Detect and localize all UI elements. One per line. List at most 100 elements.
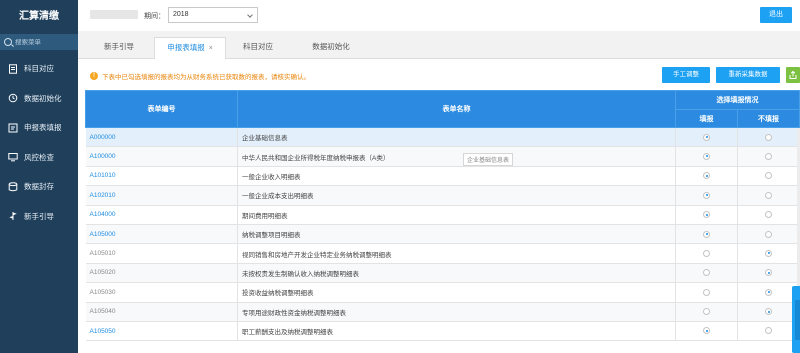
table-row[interactable]: A105010 视同销售和房地产开发企业特定业务纳税调整明细表 [85,243,800,264]
form-code-link[interactable]: A105030 [85,282,238,303]
monitor-icon [8,152,18,162]
logout-button[interactable]: 退出 [760,7,792,23]
tab-form-filing[interactable]: 申报表填报 × [154,37,226,59]
fill-radio[interactable] [703,327,710,335]
fill-radio[interactable] [703,249,710,257]
fill-radio[interactable] [703,152,710,160]
not-fill-radio[interactable] [765,269,772,277]
form-code-link[interactable]: A000000 [85,127,238,148]
table-row[interactable]: A000000 企业基础信息表 [85,127,800,148]
sidebar-item-label: 申报表填报 [24,123,62,133]
fill-radio-cell[interactable] [675,146,738,167]
not-fill-radio-cell[interactable] [737,146,800,167]
sidebar-item-subject-mapping[interactable]: 科目对应 [0,54,78,84]
table-row[interactable]: A105030 投资收益纳税调整明细表 [85,282,800,303]
fill-radio-cell[interactable] [675,166,738,187]
sidebar-item-data-archive[interactable]: 数据封存 [0,172,78,202]
table-row[interactable]: A100000 中华人民共和国企业所得税年度纳税申报表（A类） [85,146,800,167]
fill-radio-cell[interactable] [675,224,738,245]
fill-radio-cell[interactable] [675,263,738,284]
tab-subject-mapping[interactable]: 科目对应 [228,37,288,59]
form-code-link[interactable]: A105050 [85,321,238,342]
export-button[interactable] [786,67,800,83]
fill-radio[interactable] [703,133,710,141]
fill-radio-cell[interactable] [675,302,738,322]
manual-adjust-button[interactable]: 手工调整 [662,67,710,83]
fill-radio[interactable] [703,230,710,238]
form-code-link[interactable]: A105020 [85,263,238,284]
form-code-link[interactable]: A102010 [85,185,238,206]
sidebar-item-risk-check[interactable]: 风控检查 [0,143,78,173]
sidebar-item-label: 新手引导 [24,211,54,221]
fill-radio-cell[interactable] [675,127,738,148]
tab-label: 数据初始化 [312,42,350,51]
sidebar-item-guide[interactable]: 新手引导 [0,202,78,232]
sidebar-item-label: 数据封存 [24,182,54,192]
fill-radio[interactable] [703,269,710,277]
not-fill-radio[interactable] [765,172,772,180]
table-row[interactable]: A104000 期间费用明细表 [85,205,800,225]
table-row[interactable]: A102010 一般企业成本支出明细表 [85,185,800,206]
fill-radio[interactable] [703,308,710,316]
not-fill-radio[interactable] [765,152,772,160]
not-fill-radio[interactable] [765,327,772,335]
refresh-icon [8,93,18,103]
fill-radio[interactable] [703,211,710,219]
tab-data-init[interactable]: 数据初始化 [296,37,366,59]
table-row[interactable]: A101010 一般企业收入明细表 [85,166,800,187]
form-name: 未按权责发生制确认收入纳税调整明细表 [237,263,676,284]
not-fill-radio[interactable] [765,191,772,199]
form-code-link[interactable]: A105040 [85,302,238,322]
not-fill-radio-cell[interactable] [737,263,800,284]
table-row[interactable]: A105040 专项用途财政性资金纳税调整明细表 [85,302,800,322]
fill-radio[interactable] [703,191,710,199]
not-fill-radio-cell[interactable] [737,243,800,264]
tooltip: 企业基础信息表 [463,153,514,166]
form-code-link[interactable]: A105000 [85,224,238,245]
tab-label: 科目对应 [243,42,273,51]
not-fill-radio-cell[interactable] [737,302,800,322]
form-code-link[interactable]: A100000 [85,146,238,167]
fill-radio-cell[interactable] [675,282,738,303]
sidebar-item-data-init[interactable]: 数据初始化 [0,84,78,114]
close-icon[interactable]: × [209,45,213,52]
not-fill-radio[interactable] [765,230,772,238]
fill-radio-cell[interactable] [675,205,738,225]
tab-guide[interactable]: 新手引导 [84,37,154,59]
company-name [90,10,138,19]
table-row[interactable]: A105020 未按权责发生制确认收入纳税调整明细表 [85,263,800,284]
form-code-link[interactable]: A105010 [85,243,238,264]
not-fill-radio-cell[interactable] [737,185,800,206]
form-name: 中华人民共和国企业所得税年度纳税申报表（A类） [237,146,676,167]
fill-radio[interactable] [703,172,710,180]
not-fill-radio[interactable] [765,211,772,219]
table-row[interactable]: A105000 纳税调整项目明细表 [85,224,800,245]
fill-radio-cell[interactable] [675,321,738,342]
not-fill-radio-cell[interactable] [737,282,800,303]
sidebar-item-label: 数据初始化 [24,93,62,103]
not-fill-radio[interactable] [765,288,772,296]
not-fill-radio-cell[interactable] [737,127,800,148]
sidebar-item-label: 科目对应 [24,64,54,74]
period-select[interactable]: 2018 [168,7,258,23]
sidebar-item-form-filing[interactable]: 申报表填报 [0,113,78,143]
not-fill-radio[interactable] [765,308,772,316]
form-code-link[interactable]: A104000 [85,205,238,225]
menu-search-input[interactable] [15,38,75,46]
fill-radio-cell[interactable] [675,243,738,264]
not-fill-radio-cell[interactable] [737,166,800,187]
not-fill-radio[interactable] [765,133,772,141]
fill-radio[interactable] [703,288,710,296]
not-fill-radio-cell[interactable] [737,224,800,245]
form-code-link[interactable]: A101010 [85,166,238,187]
refresh-data-button[interactable]: 重新采集数据 [716,67,780,83]
not-fill-radio-cell[interactable] [737,205,800,225]
column-header-code: 表单编号 [85,90,238,128]
menu-search[interactable] [0,34,78,50]
form-name: 职工薪酬支出及纳税调整明细表 [237,321,676,342]
not-fill-radio[interactable] [765,249,772,257]
table-row[interactable]: A105050 职工薪酬支出及纳税调整明细表 [85,321,800,342]
not-fill-radio-cell[interactable] [737,321,800,342]
sidebar: 汇算清缴 科目对应 数据初始化 申报表填报 风控 [0,0,78,353]
fill-radio-cell[interactable] [675,185,738,206]
